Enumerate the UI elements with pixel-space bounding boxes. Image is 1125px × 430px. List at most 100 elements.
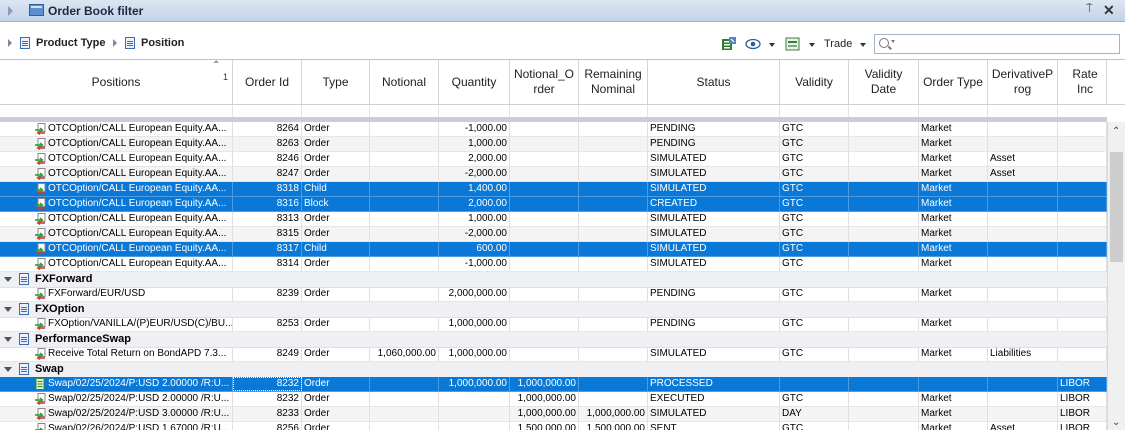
table-row[interactable]: OTCOption/CALL European Equity.AA...8263…: [0, 137, 1107, 152]
group-row-performanceswap[interactable]: PerformanceSwap: [0, 332, 1107, 348]
table-row[interactable]: Swap/02/25/2024/P:USD 2.00000 /R:U...823…: [0, 377, 1107, 392]
cell-otype[interactable]: Market: [919, 167, 988, 181]
cell-rem[interactable]: [579, 152, 648, 166]
cell-rate[interactable]: [1058, 137, 1107, 151]
export-excel-icon[interactable]: [721, 37, 737, 51]
layout-dropdown-icon[interactable]: [809, 43, 815, 47]
cell-rate[interactable]: [1058, 167, 1107, 181]
cell-norder[interactable]: [510, 287, 579, 301]
cell-dprog[interactable]: [988, 227, 1058, 241]
cell-type[interactable]: Order: [302, 212, 370, 226]
cell-id[interactable]: 8247: [233, 167, 302, 181]
cell-dprog[interactable]: [988, 122, 1058, 136]
cell-type[interactable]: Order: [302, 392, 370, 406]
cell-status[interactable]: SIMULATED: [648, 347, 780, 361]
cell-rem[interactable]: [579, 197, 648, 211]
cell-qty[interactable]: 2,000.00: [439, 197, 510, 211]
cell-vdate[interactable]: [849, 392, 919, 406]
cell-type[interactable]: Order: [302, 287, 370, 301]
cell-rate[interactable]: LIBOR: [1058, 407, 1107, 421]
trade-dropdown-icon[interactable]: [860, 43, 866, 47]
cell-otype[interactable]: Market: [919, 257, 988, 271]
cell-norder[interactable]: [510, 197, 579, 211]
col-header-remaining-nominal[interactable]: Remaining Nominal: [579, 60, 648, 104]
cell-validity[interactable]: GTC: [780, 347, 849, 361]
cell-qty[interactable]: 1,000,000.00: [439, 347, 510, 361]
cell-pos[interactable]: OTCOption/CALL European Equity.AA...: [46, 227, 233, 241]
cell-pos[interactable]: Swap/02/25/2024/P:USD 2.00000 /R:U...: [46, 377, 233, 391]
cell-rate[interactable]: [1058, 197, 1107, 211]
col-header-notional-order[interactable]: Notional_O rder: [510, 60, 579, 104]
cell-pos[interactable]: OTCOption/CALL European Equity.AA...: [46, 167, 233, 181]
cell-type[interactable]: Order: [302, 227, 370, 241]
cell-norder[interactable]: [510, 347, 579, 361]
cell-rem[interactable]: [579, 317, 648, 331]
cell-id[interactable]: 8264: [233, 122, 302, 136]
cell-rem[interactable]: [579, 137, 648, 151]
cell-validity[interactable]: GTC: [780, 242, 849, 256]
cell-dprog[interactable]: [988, 242, 1058, 256]
cell-type[interactable]: Block: [302, 197, 370, 211]
vertical-scrollbar[interactable]: ⌃ ⌄: [1107, 122, 1125, 430]
cell-rem[interactable]: [579, 242, 648, 256]
cell-vdate[interactable]: [849, 122, 919, 136]
cell-notional[interactable]: [370, 182, 439, 196]
cell-rem[interactable]: [579, 182, 648, 196]
filter-cell[interactable]: [849, 105, 919, 117]
cell-rem[interactable]: [579, 347, 648, 361]
cell-id[interactable]: 8246: [233, 152, 302, 166]
cell-id[interactable]: 8315: [233, 227, 302, 241]
cell-dprog[interactable]: Asset: [988, 167, 1058, 181]
cell-rate[interactable]: [1058, 257, 1107, 271]
collapse-arrow-icon[interactable]: [8, 6, 13, 16]
cell-validity[interactable]: GTC: [780, 287, 849, 301]
cell-pos[interactable]: OTCOption/CALL European Equity.AA...: [46, 137, 233, 151]
cell-rem[interactable]: [579, 227, 648, 241]
cell-otype[interactable]: Market: [919, 197, 988, 211]
cell-otype[interactable]: Market: [919, 317, 988, 331]
cell-qty[interactable]: -2,000.00: [439, 167, 510, 181]
cell-qty[interactable]: 600.00: [439, 242, 510, 256]
cell-validity[interactable]: GTC: [780, 257, 849, 271]
col-header-rate-ind[interactable]: Rate Inc: [1058, 60, 1107, 104]
cell-type[interactable]: Order: [302, 152, 370, 166]
cell-notional[interactable]: [370, 227, 439, 241]
cell-pos[interactable]: OTCOption/CALL European Equity.AA...: [46, 212, 233, 226]
cell-validity[interactable]: GTC: [780, 392, 849, 406]
cell-dprog[interactable]: [988, 137, 1058, 151]
col-header-derivative-prog[interactable]: DerivativeP rog: [988, 60, 1058, 104]
cell-rate[interactable]: [1058, 122, 1107, 136]
group-row-swap[interactable]: Swap: [0, 362, 1107, 378]
cell-otype[interactable]: Market: [919, 122, 988, 136]
cell-rate[interactable]: [1058, 287, 1107, 301]
cell-notional[interactable]: [370, 257, 439, 271]
cell-pos[interactable]: Receive Total Return on BondAPD 7.3...: [46, 347, 233, 361]
cell-pos[interactable]: Swap/02/25/2024/P:USD 2.00000 /R:U...: [46, 392, 233, 406]
cell-status[interactable]: EXECUTED: [648, 392, 780, 406]
cell-vdate[interactable]: [849, 212, 919, 226]
cell-type[interactable]: Order: [302, 347, 370, 361]
cell-type[interactable]: Order: [302, 407, 370, 421]
scroll-thumb[interactable]: [1110, 152, 1123, 262]
cell-pos[interactable]: OTCOption/CALL European Equity.AA...: [46, 257, 233, 271]
cell-qty[interactable]: 1,000.00: [439, 212, 510, 226]
cell-otype[interactable]: Market: [919, 392, 988, 406]
breadcrumb-product-type[interactable]: Product Type: [8, 37, 105, 49]
cell-status[interactable]: PENDING: [648, 122, 780, 136]
cell-type[interactable]: Order: [302, 377, 370, 391]
filter-cell[interactable]: [0, 105, 233, 117]
cell-status[interactable]: SIMULATED: [648, 257, 780, 271]
cell-status[interactable]: SIMULATED: [648, 242, 780, 256]
cell-otype[interactable]: Market: [919, 182, 988, 196]
view-eye-icon[interactable]: [745, 37, 761, 51]
filter-row[interactable]: [0, 105, 1107, 118]
expand-arrow-icon[interactable]: [4, 277, 12, 282]
cell-otype[interactable]: [919, 377, 988, 391]
col-header-order-type[interactable]: Order Type: [919, 60, 988, 104]
cell-vdate[interactable]: [849, 242, 919, 256]
cell-type[interactable]: Child: [302, 182, 370, 196]
cell-pos[interactable]: FXOption/VANILLA/(P)EUR/USD(C)/BU...: [46, 317, 233, 331]
cell-id[interactable]: 8314: [233, 257, 302, 271]
cell-dprog[interactable]: [988, 377, 1058, 391]
cell-validity[interactable]: GTC: [780, 317, 849, 331]
